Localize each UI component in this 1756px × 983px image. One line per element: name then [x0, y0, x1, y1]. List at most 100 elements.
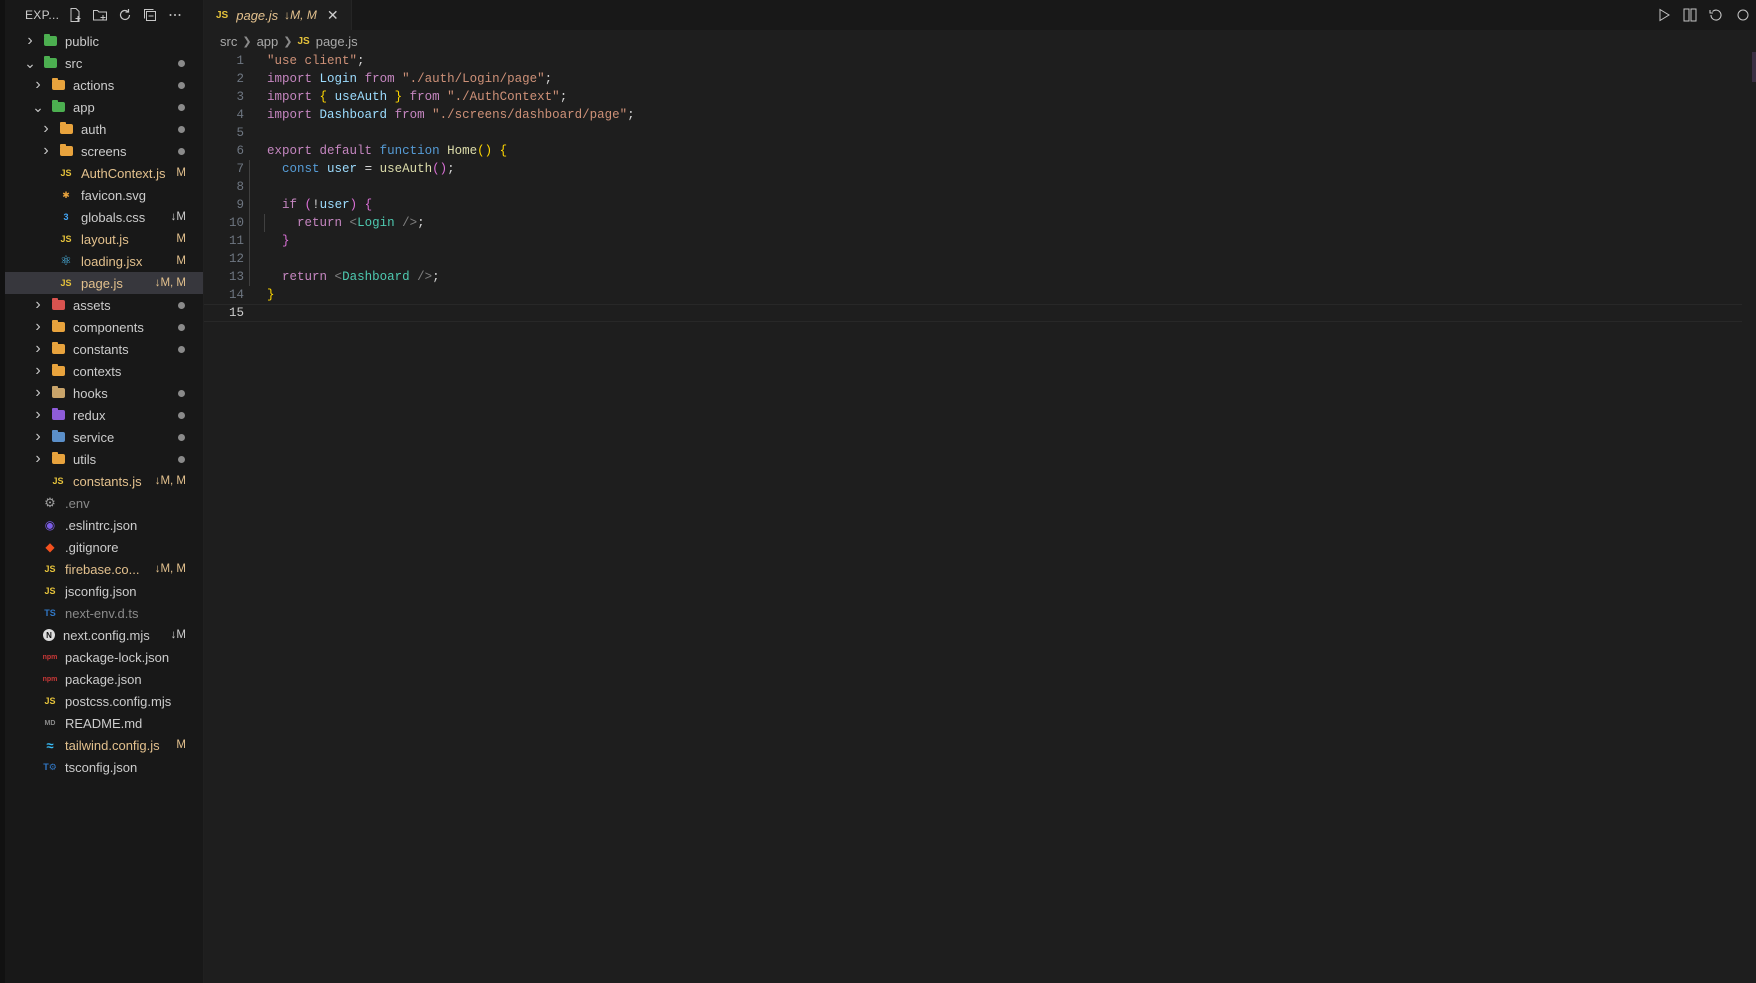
tree-folder-public[interactable]: › public — [5, 30, 203, 52]
folder-icon — [51, 430, 65, 444]
tree-file-package-lock-json[interactable]: npm package-lock.json — [5, 646, 203, 668]
tree-file-tsconfig-json[interactable]: T⚙ tsconfig.json — [5, 756, 203, 778]
code-line[interactable]: 7 const user = useAuth(); — [204, 160, 1756, 178]
tree-folder-src[interactable]: ⌄ src — [5, 52, 203, 74]
tree-file-loading-jsx[interactable]: ⚛ loading.jsx M — [5, 250, 203, 272]
line-content: import Login from "./auth/Login/page"; — [267, 72, 552, 86]
code-line[interactable]: 4 import Dashboard from "./screens/dashbo… — [204, 106, 1756, 124]
tree-folder-hooks[interactable]: › hooks — [5, 382, 203, 404]
tree-file-next-env-d-ts[interactable]: TS next-env.d.ts — [5, 602, 203, 624]
tree-file-globals-css[interactable]: 3 globals.css ↓M — [5, 206, 203, 228]
tree-item-label: package-lock.json — [65, 649, 170, 665]
code-line[interactable]: 13 return <Dashboard />; — [204, 268, 1756, 286]
tree-file-next-config-mjs[interactable]: Nnext.config.mjs ↓M — [5, 624, 203, 646]
run-icon[interactable] — [1656, 8, 1672, 22]
git-status-badge: ↓M, M — [154, 475, 186, 487]
tree-file-favicon-svg[interactable]: ✱ favicon.svg — [5, 184, 203, 206]
code-token: () — [432, 162, 448, 176]
tree-file-package-json[interactable]: npm package.json — [5, 668, 203, 690]
tree-folder-assets[interactable]: › assets — [5, 294, 203, 316]
new-folder-icon[interactable] — [92, 7, 108, 23]
tree-file-page-js[interactable]: JS page.js ↓M, M — [5, 272, 203, 294]
tree-file-jsconfig-json[interactable]: JS jsconfig.json — [5, 580, 203, 602]
line-content: if (!user) { — [267, 198, 372, 212]
tree-file-authcontext-js[interactable]: JS AuthContext.js M — [5, 162, 203, 184]
code-line[interactable]: 6 export default function Home() { — [204, 142, 1756, 160]
tree-folder-constants[interactable]: › constants — [5, 338, 203, 360]
breadcrumb-file[interactable]: page.js — [316, 34, 358, 49]
code-line[interactable]: 5 — [204, 124, 1756, 142]
code-line[interactable]: 9 if (!user) { — [204, 196, 1756, 214]
breadcrumb-app[interactable]: app — [257, 34, 279, 49]
code-line[interactable]: 3 import { useAuth } from "./AuthContext"… — [204, 88, 1756, 106]
folder-shape — [51, 320, 65, 332]
code-line[interactable]: 12 — [204, 250, 1756, 268]
folder-shape — [51, 298, 65, 310]
revert-icon[interactable] — [1708, 7, 1724, 23]
line-number: 4 — [236, 108, 244, 122]
tree-file-layout-js[interactable]: JS layout.js M — [5, 228, 203, 250]
tree-file-firebase-co-[interactable]: JS firebase.co... ↓M, M — [5, 558, 203, 580]
tree-file--eslintrc-json[interactable]: ◉ .eslintrc.json — [5, 514, 203, 536]
tree-file-readme-md[interactable]: MD README.md — [5, 712, 203, 734]
modified-dot — [178, 81, 185, 89]
code-token: function — [379, 144, 440, 158]
tree-folder-auth[interactable]: › auth — [5, 118, 203, 140]
folder-shape — [51, 386, 65, 398]
js-file-icon: JS — [60, 234, 72, 244]
code-token: "use client" — [267, 54, 358, 68]
new-file-icon[interactable] — [67, 7, 83, 23]
svg-file-icon: ✱ — [62, 189, 70, 200]
close-icon[interactable]: ✕ — [327, 7, 339, 24]
breadcrumb-src[interactable]: src — [220, 34, 237, 49]
tree-folder-contexts[interactable]: › contexts — [5, 360, 203, 382]
markdown-icon: MD — [44, 719, 56, 727]
more-icon[interactable] — [167, 7, 183, 23]
folder-shape — [51, 100, 65, 112]
code-line[interactable]: 1 "use client"; — [204, 52, 1756, 70]
js-file-icon: JS — [60, 168, 72, 178]
file-tree: › public ⌄ src › actions ⌄ app › auth › screens JS Au… — [5, 30, 203, 778]
tree-folder-components[interactable]: › components — [5, 316, 203, 338]
tree-file-postcss-config-mjs[interactable]: JS postcss.config.mjs — [5, 690, 203, 712]
tree-folder-app[interactable]: ⌄ app — [5, 96, 203, 118]
code-token: } — [394, 90, 403, 104]
code-line[interactable]: 14} — [204, 286, 1756, 304]
refresh-icon[interactable] — [117, 7, 133, 23]
tree-file--env[interactable]: ⚙ .env — [5, 492, 203, 514]
code-line[interactable]: 11 } — [204, 232, 1756, 250]
code-editor[interactable]: 1 "use client"; 2 import Login from "./auth… — [204, 52, 1756, 322]
collapse-all-icon[interactable] — [142, 7, 158, 23]
tree-file-tailwind-config-js[interactable]: ≈ tailwind.config.js M — [5, 734, 203, 756]
split-icon[interactable] — [1734, 7, 1750, 23]
tree-folder-screens[interactable]: › screens — [5, 140, 203, 162]
editor-actions — [1656, 0, 1756, 30]
code-line[interactable]: 2 import Login from "./auth/Login/page"; — [204, 70, 1756, 88]
code-token: ( — [304, 198, 313, 212]
tree-folder-actions[interactable]: › actions — [5, 74, 203, 96]
tree-file--gitignore[interactable]: ◆ .gitignore — [5, 536, 203, 558]
ts-file-icon: TS — [44, 608, 56, 618]
code-line[interactable]: 10 return <Login />; — [204, 214, 1756, 232]
folder-icon — [43, 56, 57, 70]
tree-file-constants-js[interactable]: JS constants.js ↓M, M — [5, 470, 203, 492]
tree-folder-service[interactable]: › service — [5, 426, 203, 448]
code-line[interactable]: 8 — [204, 178, 1756, 196]
line-number: 6 — [236, 144, 244, 158]
modified-dot — [178, 345, 185, 353]
code-line[interactable]: 15 — [204, 304, 1742, 322]
code-token: Dashboard — [319, 108, 388, 122]
compare-icon[interactable] — [1682, 7, 1698, 23]
tree-folder-redux[interactable]: › redux — [5, 404, 203, 426]
tree-item-label: next-env.d.ts — [65, 605, 139, 621]
line-number: 2 — [236, 72, 244, 86]
tree-folder-utils[interactable]: › utils — [5, 448, 203, 470]
tab-page-js[interactable]: JS page.js ↓M, M ✕ — [204, 0, 352, 30]
npm-icon: npm — [42, 653, 58, 661]
